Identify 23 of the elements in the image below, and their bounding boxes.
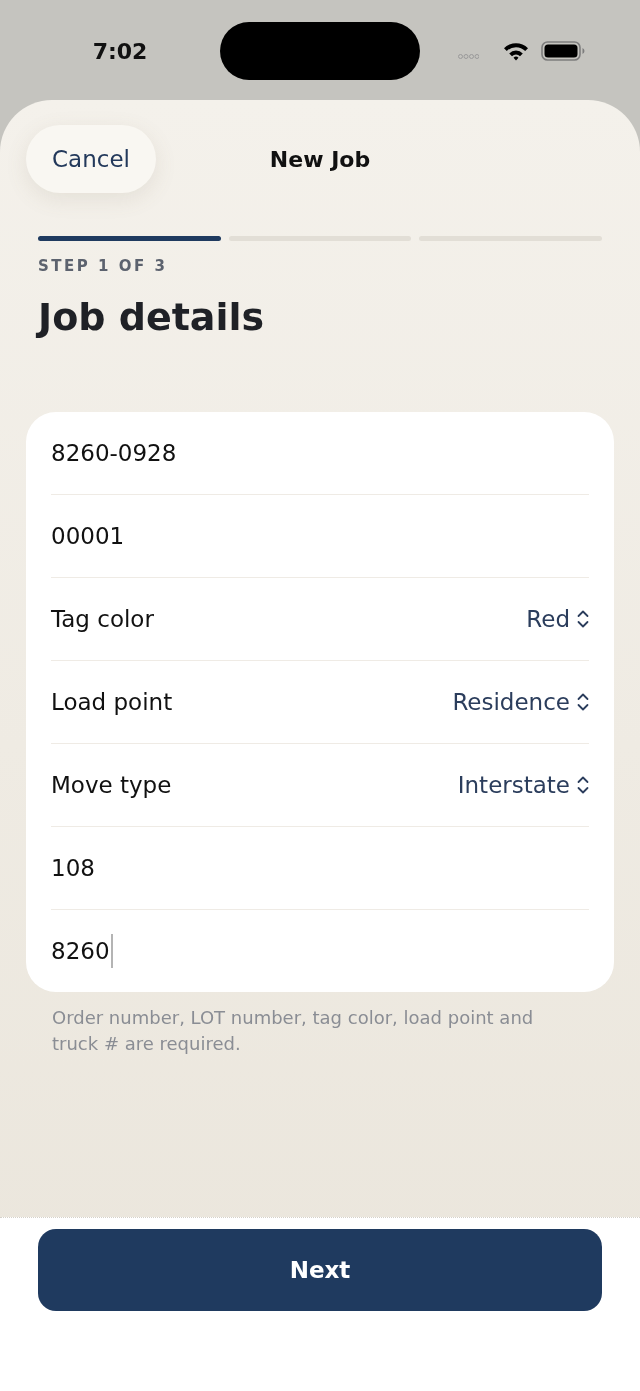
text-field[interactable]: 8260-0928	[51, 412, 589, 494]
picker-button[interactable]: Interstate	[457, 772, 589, 798]
text-field[interactable]: 108	[51, 827, 589, 909]
picker-button[interactable]: Red	[526, 606, 589, 632]
field-label: Load point	[51, 689, 173, 715]
signal-dots-icon	[458, 53, 479, 59]
text-field[interactable]: 8260	[51, 910, 589, 992]
sheet-title: New Job	[269, 146, 371, 172]
required-fields-note: Order number, LOT number, tag color, load point and truck # are required.	[52, 1006, 535, 1056]
field-label: Move type	[51, 772, 172, 798]
text-field[interactable]: 00001	[51, 495, 589, 577]
field-label: Tag color	[51, 606, 154, 632]
step-label: STEP 1 OF 3	[38, 256, 168, 276]
page-heading: Job details	[38, 294, 265, 341]
battery-icon	[541, 41, 585, 61]
cancel-button[interactable]: Cancel	[26, 125, 156, 193]
picker-button[interactable]: Residence	[452, 689, 589, 715]
wifi-icon	[503, 41, 529, 61]
chevron-up-down-icon	[577, 609, 589, 629]
next-button[interactable]: Next	[38, 1229, 602, 1311]
chevron-up-down-icon	[577, 692, 589, 712]
chevron-up-down-icon	[577, 775, 589, 795]
status-time: 7:02	[92, 38, 148, 66]
